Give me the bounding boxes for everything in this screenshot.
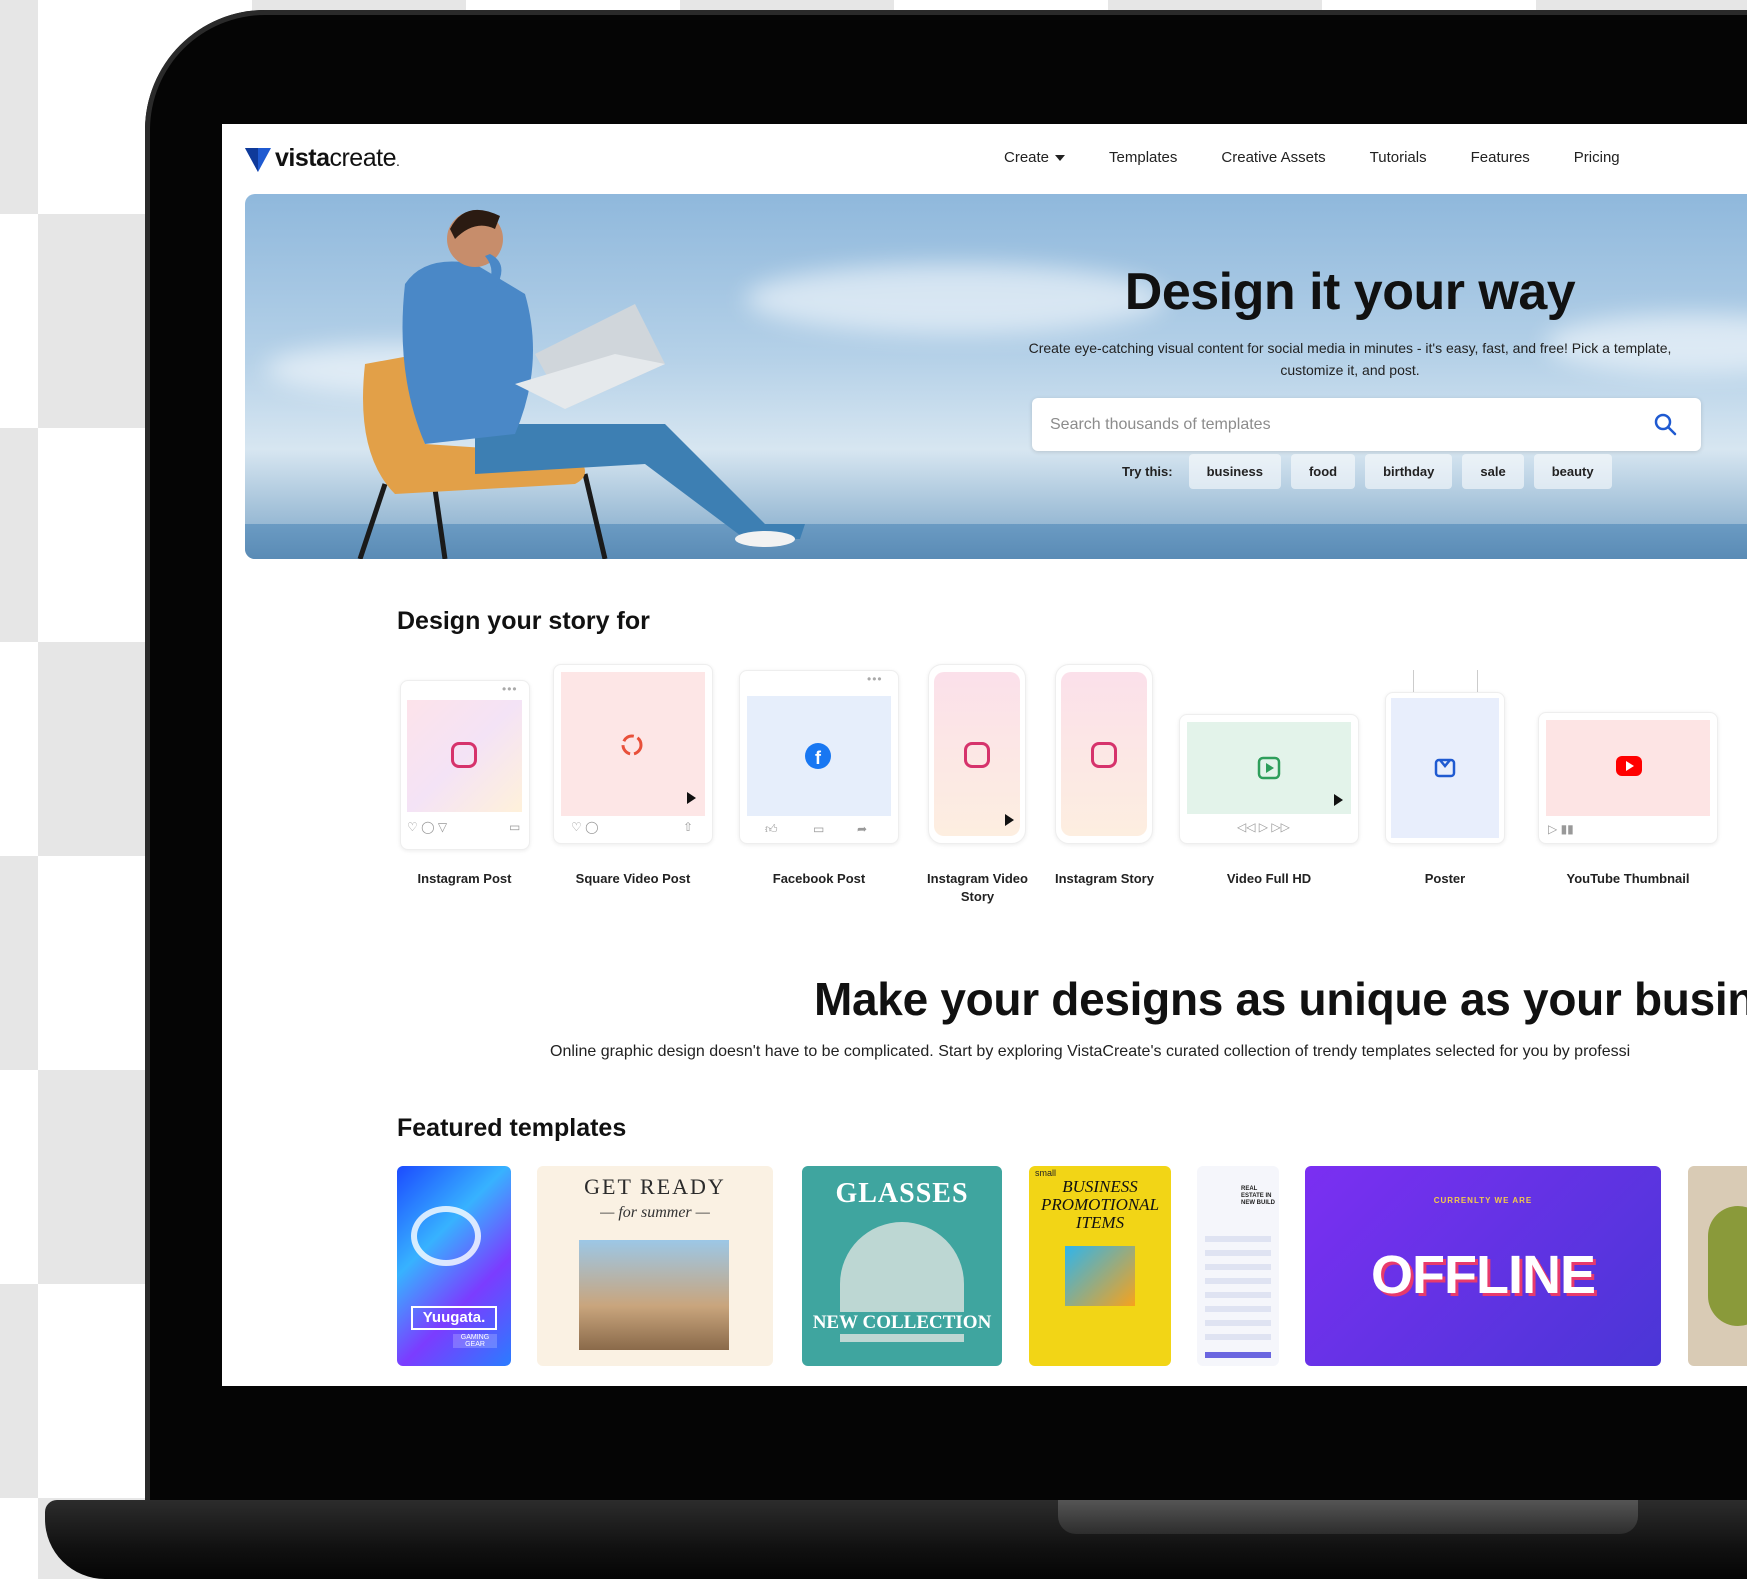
nav-creative-assets[interactable]: Creative Assets [1221, 149, 1325, 166]
template-card-business[interactable]: small BUSINESS PROMOTIONAL ITEMS [1029, 1166, 1171, 1366]
chip-sale[interactable]: sale [1462, 454, 1524, 489]
hero-title: Design it your way [1124, 263, 1576, 321]
refresh-icon [621, 734, 643, 756]
unique-section-title: Make your designs as unique as your busi… [814, 973, 1747, 1025]
format-label: Instagram Post [417, 871, 512, 886]
format-poster[interactable]: Poster [1385, 670, 1505, 910]
template-brand: Yuugata. [411, 1306, 497, 1330]
format-label: Instagram Video Story [927, 871, 1028, 904]
template-heading: BUSINESS PROMOTIONAL ITEMS [1040, 1177, 1160, 1232]
template-subheading: — for summer — [600, 1204, 710, 1221]
play-icon [1005, 814, 1014, 826]
video-play-icon [1257, 756, 1281, 780]
nav-tutorials[interactable]: Tutorials [1370, 149, 1427, 166]
template-heading: GLASSES [835, 1178, 969, 1209]
chip-beauty[interactable]: beauty [1533, 454, 1612, 489]
nav-features[interactable]: Features [1471, 149, 1530, 166]
template-heading: GET READY [584, 1174, 726, 1199]
format-video-full-hd[interactable]: ◁◁ ▷ ▷▷ Video Full HD [1179, 714, 1359, 910]
facebook-icon: f [805, 743, 831, 769]
format-label: Facebook Post [772, 871, 866, 886]
hero-banner: Design it your way Create eye-catching v… [245, 194, 1747, 559]
template-card-real-estate[interactable]: REAL ESTATE IN NEW BUILD [1197, 1166, 1279, 1366]
template-subheading: NEW COLLECTION [802, 1312, 1002, 1334]
format-instagram-post[interactable]: ••• ♡ ◯ ▽ ▭ Instagram Post [397, 680, 532, 910]
play-icon [687, 792, 696, 804]
instagram-icon [964, 742, 990, 768]
unique-section-subtitle: Online graphic design doesn't have to be… [550, 1043, 1631, 1060]
template-heading: REAL ESTATE IN NEW BUILD [1241, 1186, 1275, 1206]
search-icon[interactable] [1653, 412, 1677, 436]
logo-mark-icon [245, 147, 271, 172]
nav-create[interactable]: Create [1004, 149, 1066, 166]
format-label: Instagram Story [1055, 871, 1154, 886]
browser-screen: vistacreate. Create Templates Creative A… [222, 124, 1747, 1386]
youtube-icon [1616, 756, 1642, 776]
story-section-title: Design your story for [397, 607, 650, 635]
template-card-offline[interactable]: CURRENLTY WE ARE OFFLINE [1305, 1166, 1661, 1366]
laptop-notch [1058, 1500, 1638, 1534]
hero-person-illustration [357, 209, 805, 559]
svg-text:f: f [815, 748, 822, 768]
format-instagram-story[interactable]: Instagram Story [1052, 664, 1157, 910]
format-instagram-video-story[interactable]: Instagram Video Story [925, 664, 1030, 924]
format-label: Video Full HD [1226, 871, 1312, 886]
template-card-partial[interactable] [1688, 1166, 1747, 1366]
template-tag: GAMING GEAR [453, 1334, 497, 1348]
caret-down-icon [1055, 154, 1066, 161]
template-heading: OFFLINE [1371, 1245, 1596, 1305]
instagram-icon [451, 742, 477, 768]
try-this-suggestions: Try this: business food birthday sale be… [1122, 454, 1612, 489]
nav-pricing[interactable]: Pricing [1574, 149, 1620, 166]
logo-text: vistacreate. [275, 144, 400, 172]
template-small-text: small [1035, 1168, 1057, 1178]
chip-business[interactable]: business [1188, 454, 1281, 489]
template-search [1032, 398, 1701, 451]
format-youtube-thumbnail[interactable]: ▷ ▮▮ YouTube Thumbnail [1538, 712, 1718, 910]
hero-subtitle: Create eye-catching visual content for s… [1028, 340, 1672, 378]
template-card-glasses[interactable]: GLASSES NEW COLLECTION [802, 1166, 1002, 1366]
chip-birthday[interactable]: birthday [1365, 454, 1453, 489]
poster-icon [1434, 758, 1456, 778]
template-card-gaming[interactable]: Yuugata. GAMING GEAR [397, 1166, 511, 1366]
nav-templates[interactable]: Templates [1109, 149, 1177, 166]
format-label: Poster [1424, 871, 1466, 886]
format-facebook-post[interactable]: ••• f 👍︎ ▭ ➦ Facebook Post [739, 670, 899, 910]
template-card-summer[interactable]: GET READY — for summer — [537, 1166, 773, 1366]
try-this-label: Try this: [1122, 464, 1173, 479]
instagram-icon [1091, 742, 1117, 768]
nav-links: Create Templates Creative Assets Tutoria… [1004, 149, 1620, 166]
vistacreate-logo[interactable]: vistacreate. [245, 144, 400, 173]
format-label: YouTube Thumbnail [1566, 871, 1690, 886]
format-square-video-post[interactable]: ♡ ◯ ⇧ Square Video Post [553, 664, 713, 910]
featured-section-title: Featured templates [397, 1114, 627, 1142]
chip-food[interactable]: food [1290, 454, 1356, 489]
top-nav: vistacreate. Create Templates Creative A… [222, 124, 1747, 194]
search-input[interactable] [1050, 398, 1610, 451]
play-icon [1334, 794, 1343, 806]
template-kicker: CURRENLTY WE ARE [1433, 1196, 1533, 1205]
format-label: Square Video Post [575, 871, 691, 886]
